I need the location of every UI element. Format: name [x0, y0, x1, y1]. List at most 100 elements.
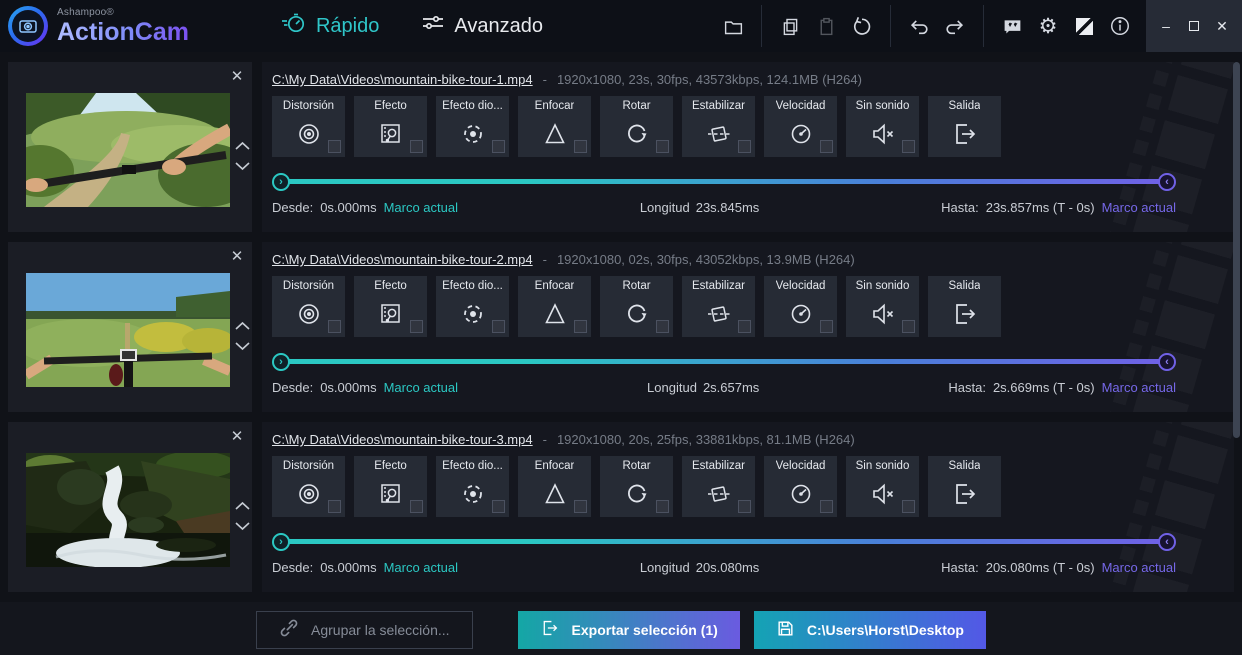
tool-estabilizar[interactable]: Estabilizar	[682, 276, 755, 337]
export-selection-button[interactable]: Exportar selección (1)	[518, 611, 740, 649]
trim-handle-start[interactable]: ›	[272, 353, 290, 371]
file-link[interactable]: C:\My Data\Videos\mountain-bike-tour-3.m…	[272, 432, 533, 447]
group-selection-button[interactable]: Agrupar la selección...	[256, 611, 473, 649]
tool-checkbox[interactable]	[656, 320, 669, 333]
open-folder-button[interactable]	[715, 8, 751, 44]
trim-handle-end[interactable]: ‹	[1158, 533, 1176, 551]
tool-checkbox[interactable]	[902, 500, 915, 513]
tool-checkbox[interactable]	[492, 500, 505, 513]
tool-checkbox[interactable]	[492, 140, 505, 153]
tab-rapido[interactable]: Rápido	[281, 11, 379, 41]
tool-checkbox[interactable]	[410, 500, 423, 513]
tool-enfocar[interactable]: Enfocar	[518, 456, 591, 517]
marco-actual-start-link[interactable]: Marco actual	[384, 380, 458, 395]
tool-sin-sonido[interactable]: Sin sonido	[846, 456, 919, 517]
move-up-icon[interactable]	[235, 498, 250, 510]
tool-checkbox[interactable]	[738, 140, 751, 153]
trim-handle-start[interactable]: ›	[272, 533, 290, 551]
tool-checkbox[interactable]	[820, 500, 833, 513]
tool-checkbox[interactable]	[820, 140, 833, 153]
minimize-button[interactable]: –	[1152, 0, 1180, 52]
tool-checkbox[interactable]	[902, 140, 915, 153]
tool-salida[interactable]: Salida	[928, 456, 1001, 517]
reset-button[interactable]	[844, 8, 880, 44]
trim-track[interactable]	[280, 179, 1168, 184]
copy-button[interactable]	[772, 8, 808, 44]
tool-sin-sonido[interactable]: Sin sonido	[846, 96, 919, 157]
tool-checkbox[interactable]	[574, 320, 587, 333]
marco-actual-end-link[interactable]: Marco actual	[1102, 380, 1176, 395]
tool-distorsion[interactable]: Distorsión	[272, 96, 345, 157]
remove-clip-icon[interactable]: ✕	[228, 68, 246, 86]
maximize-button[interactable]	[1180, 0, 1208, 52]
move-down-icon[interactable]	[235, 338, 250, 350]
move-down-icon[interactable]	[235, 518, 250, 530]
feedback-button[interactable]	[994, 8, 1030, 44]
tool-efecto-diorama[interactable]: Efecto dio...	[436, 96, 509, 157]
video-thumbnail-2[interactable]	[26, 273, 230, 387]
tool-checkbox[interactable]	[738, 320, 751, 333]
tool-efecto[interactable]: Efecto	[354, 96, 427, 157]
tool-checkbox[interactable]	[656, 500, 669, 513]
marco-actual-start-link[interactable]: Marco actual	[384, 560, 458, 575]
tool-sin-sonido[interactable]: Sin sonido	[846, 276, 919, 337]
video-thumbnail-3[interactable]	[26, 453, 230, 567]
tool-checkbox[interactable]	[328, 140, 341, 153]
tool-salida[interactable]: Salida	[928, 96, 1001, 157]
tool-efecto[interactable]: Efecto	[354, 456, 427, 517]
tab-avanzado[interactable]: Avanzado	[421, 11, 543, 41]
tool-salida[interactable]: Salida	[928, 276, 1001, 337]
tool-velocidad[interactable]: Velocidad	[764, 96, 837, 157]
tool-checkbox[interactable]	[574, 140, 587, 153]
tool-distorsion[interactable]: Distorsión	[272, 276, 345, 337]
undo-button[interactable]	[901, 8, 937, 44]
tool-enfocar[interactable]: Enfocar	[518, 96, 591, 157]
tool-checkbox[interactable]	[328, 320, 341, 333]
trim-handle-start[interactable]: ›	[272, 173, 290, 191]
tool-estabilizar[interactable]: Estabilizar	[682, 456, 755, 517]
trim-track[interactable]	[280, 539, 1168, 544]
tool-distorsion[interactable]: Distorsión	[272, 456, 345, 517]
tool-checkbox[interactable]	[656, 140, 669, 153]
tool-checkbox[interactable]	[738, 500, 751, 513]
tool-checkbox[interactable]	[328, 500, 341, 513]
move-down-icon[interactable]	[235, 158, 250, 170]
remove-clip-icon[interactable]: ✕	[228, 248, 246, 266]
marco-actual-end-link[interactable]: Marco actual	[1102, 560, 1176, 575]
file-link[interactable]: C:\My Data\Videos\mountain-bike-tour-2.m…	[272, 252, 533, 267]
tool-checkbox[interactable]	[410, 140, 423, 153]
tool-checkbox[interactable]	[492, 320, 505, 333]
destination-folder-button[interactable]: C:\Users\Horst\Desktop	[754, 611, 986, 649]
tool-efecto-diorama[interactable]: Efecto dio...	[436, 276, 509, 337]
tool-rotar[interactable]: Rotar	[600, 276, 673, 337]
tool-checkbox[interactable]	[820, 320, 833, 333]
tool-checkbox[interactable]	[410, 320, 423, 333]
file-link[interactable]: C:\My Data\Videos\mountain-bike-tour-1.m…	[272, 72, 533, 87]
tool-rotar[interactable]: Rotar	[600, 456, 673, 517]
marco-actual-end-link[interactable]: Marco actual	[1102, 200, 1176, 215]
move-up-icon[interactable]	[235, 318, 250, 330]
tool-checkbox[interactable]	[574, 500, 587, 513]
notes-button[interactable]	[1066, 8, 1102, 44]
settings-gear-button[interactable]: ⚙	[1030, 8, 1066, 44]
marco-actual-start-link[interactable]: Marco actual	[384, 200, 458, 215]
video-thumbnail-1[interactable]	[26, 93, 230, 207]
trim-handle-end[interactable]: ‹	[1158, 353, 1176, 371]
tool-efecto[interactable]: Efecto	[354, 276, 427, 337]
redo-button[interactable]	[937, 8, 973, 44]
trim-track[interactable]	[280, 359, 1168, 364]
tool-enfocar[interactable]: Enfocar	[518, 276, 591, 337]
trim-handle-end[interactable]: ‹	[1158, 173, 1176, 191]
close-button[interactable]: ✕	[1208, 0, 1236, 52]
tool-velocidad[interactable]: Velocidad	[764, 276, 837, 337]
tool-efecto-diorama[interactable]: Efecto dio...	[436, 456, 509, 517]
info-button[interactable]	[1102, 8, 1138, 44]
remove-clip-icon[interactable]: ✕	[228, 428, 246, 446]
move-up-icon[interactable]	[235, 138, 250, 150]
tool-estabilizar[interactable]: Estabilizar	[682, 96, 755, 157]
vertical-scrollbar[interactable]	[1233, 62, 1240, 438]
tool-rotar[interactable]: Rotar	[600, 96, 673, 157]
tool-velocidad[interactable]: Velocidad	[764, 456, 837, 517]
tool-checkbox[interactable]	[902, 320, 915, 333]
paste-button[interactable]	[808, 8, 844, 44]
